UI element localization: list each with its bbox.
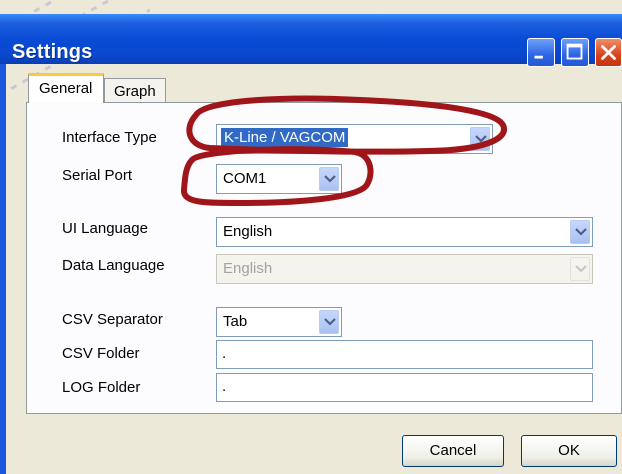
- minimize-button[interactable]: [527, 38, 555, 67]
- title-bar[interactable]: Settings: [0, 14, 622, 67]
- maximize-button[interactable]: [561, 38, 589, 67]
- tab-graph[interactable]: Graph: [104, 78, 166, 104]
- data-language-value: English: [223, 260, 273, 277]
- csv-separator-dropdown-button[interactable]: [319, 310, 339, 334]
- ok-button[interactable]: OK: [521, 435, 617, 467]
- chevron-down-icon: [475, 135, 487, 143]
- maximize-icon: [566, 43, 583, 60]
- interface-type-dropdown-button[interactable]: [470, 127, 490, 151]
- log-folder-value: .: [222, 378, 227, 395]
- serial-port-value: COM1: [223, 170, 267, 187]
- interface-type-label: Interface Type: [62, 129, 157, 146]
- ui-language-value: English: [223, 223, 273, 240]
- interface-type-value: K-Line / VAGCOM: [221, 128, 349, 147]
- csv-folder-field[interactable]: .: [216, 340, 593, 369]
- cancel-button[interactable]: Cancel: [402, 435, 504, 467]
- window-title: Settings: [12, 41, 93, 63]
- close-button[interactable]: [595, 38, 622, 67]
- chevron-down-icon: [324, 175, 336, 183]
- data-language-label: Data Language: [62, 257, 165, 274]
- data-language-dropdown-button: [570, 257, 590, 281]
- csv-folder-label: CSV Folder: [62, 345, 140, 362]
- chevron-down-icon: [324, 318, 336, 326]
- ui-language-dropdown-button[interactable]: [570, 220, 590, 244]
- minimize-icon: [534, 55, 543, 59]
- window-left-border: [0, 64, 6, 474]
- chevron-down-icon: [575, 228, 587, 236]
- ui-language-select[interactable]: English: [216, 217, 593, 247]
- chevron-down-icon: [575, 265, 587, 273]
- settings-dialog: Settings General Graph Interface Type K-…: [0, 0, 622, 474]
- close-icon: [601, 45, 616, 60]
- ui-language-label: UI Language: [62, 220, 148, 237]
- tab-general[interactable]: General: [28, 73, 104, 103]
- interface-type-select[interactable]: K-Line / VAGCOM: [216, 124, 493, 154]
- log-folder-label: LOG Folder: [62, 379, 141, 396]
- csv-separator-label: CSV Separator: [62, 311, 163, 328]
- csv-folder-value: .: [222, 345, 227, 362]
- serial-port-select[interactable]: COM1: [216, 164, 342, 194]
- serial-port-dropdown-button[interactable]: [319, 167, 339, 191]
- serial-port-label: Serial Port: [62, 167, 133, 184]
- csv-separator-select[interactable]: Tab: [216, 307, 342, 337]
- data-language-select: English: [216, 254, 593, 284]
- log-folder-field[interactable]: .: [216, 373, 593, 402]
- csv-separator-value: Tab: [223, 313, 248, 330]
